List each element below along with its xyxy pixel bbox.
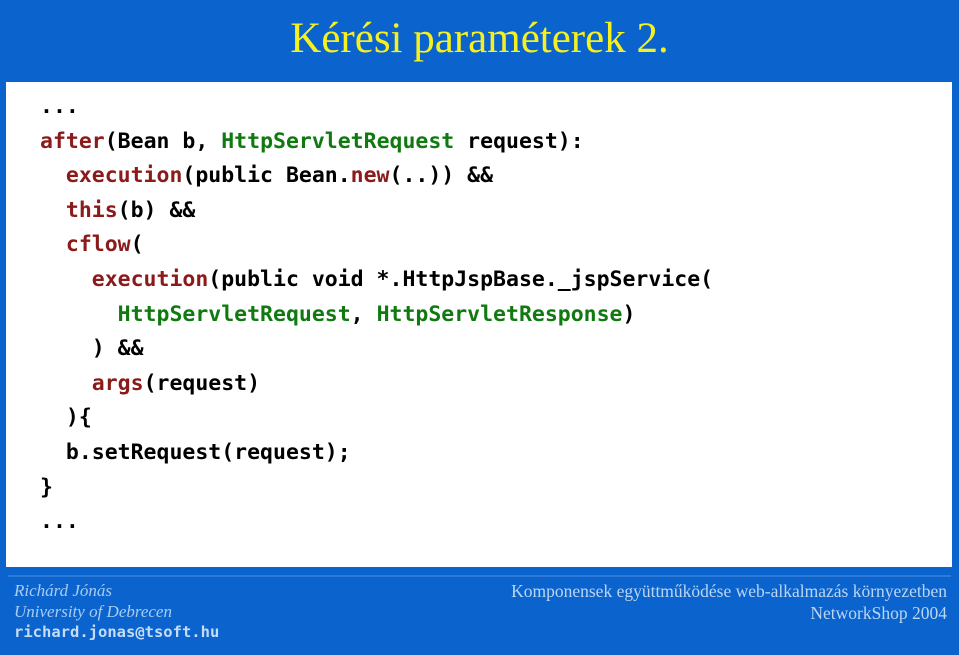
slide-content-panel: ... after(Bean b, HttpServletRequest requ…: [6, 82, 952, 567]
code-line: after(Bean b, HttpServletRequest request…: [40, 125, 713, 160]
code-line: execution(public Bean.new(..)) &&: [40, 159, 713, 194]
code-token: (..)) &&: [389, 163, 494, 189]
code-token: ,: [350, 301, 377, 327]
code-token: HttpServletRequest: [221, 128, 455, 154]
code-token: ): [622, 301, 636, 327]
code-line: execution(public void *.HttpJspBase._jsp…: [40, 263, 713, 298]
code-token: this: [65, 197, 118, 223]
code-token: b.setRequest(request);: [65, 439, 351, 465]
code-token: execution: [65, 163, 183, 189]
code-listing: ... after(Bean b, HttpServletRequest requ…: [40, 90, 713, 540]
code-token: ...: [40, 94, 79, 119]
code-token: ...: [40, 509, 79, 535]
code-token: (request): [143, 370, 261, 396]
footer-conference-event: NetworkShop 2004: [810, 603, 947, 623]
page-title: Kérési paraméterek 2.: [290, 14, 669, 62]
code-line: ...: [40, 90, 713, 125]
code-token: ) &&: [91, 336, 144, 362]
code-token: HttpServletRequest: [117, 301, 351, 327]
code-token: HttpServletResponse: [376, 301, 623, 327]
footer-author-block: Richárd Jónás University of Debrecen ric…: [14, 580, 219, 643]
footer-author-email: richard.jonas@tsoft.hu: [14, 623, 220, 641]
footer-conference-title: Komponensek együttműködése web-alkalmazá…: [511, 581, 947, 601]
code-token: ){: [65, 405, 92, 431]
code-token: (public Bean.: [182, 163, 351, 189]
presentation-slide: Kérési paraméterek 2. ... after(Bean b, H…: [0, 0, 959, 655]
code-line: ){: [40, 401, 713, 436]
code-line: cflow(: [40, 228, 713, 263]
footer-author-name: Richárd Jónás: [14, 581, 113, 600]
slide-title-bar: Kérési paraméterek 2.: [0, 0, 959, 74]
code-token: execution: [91, 266, 209, 292]
code-token: args: [91, 370, 144, 396]
code-line: b.setRequest(request);: [40, 436, 713, 471]
code-token: cflow: [65, 232, 131, 258]
code-token: (Bean b,: [104, 128, 222, 154]
footer-divider: [8, 575, 951, 577]
code-line: this(b) &&: [40, 194, 713, 229]
code-token: (: [130, 232, 144, 258]
code-token: request):: [454, 128, 584, 154]
code-line: args(request): [40, 367, 713, 402]
slide-footer: Richárd Jónás University of Debrecen ric…: [0, 580, 959, 655]
code-token: (public void *.HttpJspBase._jspService(: [208, 266, 714, 292]
code-line: }: [40, 471, 713, 506]
code-token: }: [40, 474, 53, 500]
code-line: ) &&: [40, 332, 713, 367]
code-token: after: [40, 128, 105, 154]
footer-conference-block: Komponensek együttműködése web-alkalmazá…: [511, 580, 947, 624]
footer-author-organization: University of Debrecen: [14, 602, 172, 621]
code-line: HttpServletRequest, HttpServletResponse): [40, 298, 713, 333]
code-token: new: [350, 163, 390, 189]
code-token: (b) &&: [117, 197, 196, 223]
code-line: ...: [40, 505, 713, 540]
